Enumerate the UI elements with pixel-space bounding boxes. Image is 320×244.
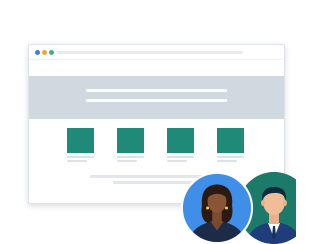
window-maximize-dot-icon bbox=[49, 50, 54, 55]
browser-title-bar bbox=[29, 45, 284, 60]
footer-text-placeholder bbox=[113, 181, 201, 184]
card-1 bbox=[67, 128, 94, 162]
card-caption-placeholder bbox=[217, 160, 237, 162]
card-caption-placeholder bbox=[167, 156, 194, 158]
illustration-stage bbox=[0, 0, 296, 244]
hero-banner bbox=[29, 76, 284, 119]
hero-text-placeholder bbox=[86, 89, 227, 92]
card-caption-placeholder bbox=[67, 156, 94, 158]
card-caption-placeholder bbox=[67, 160, 87, 162]
browser-window-mockup bbox=[28, 44, 285, 204]
window-close-dot-icon bbox=[35, 50, 40, 55]
card-thumbnail bbox=[67, 128, 94, 153]
card-4 bbox=[217, 128, 244, 162]
woman-avatar bbox=[181, 172, 253, 244]
person-woman-icon bbox=[183, 174, 251, 242]
card-2 bbox=[117, 128, 144, 162]
window-minimize-dot-icon bbox=[42, 50, 47, 55]
hero-text-placeholder bbox=[86, 99, 227, 102]
card-caption-placeholder bbox=[217, 156, 244, 158]
card-3 bbox=[167, 128, 194, 162]
card-caption-placeholder bbox=[117, 156, 144, 158]
card-thumbnail bbox=[217, 128, 244, 153]
card-thumbnail bbox=[117, 128, 144, 153]
card-caption-placeholder bbox=[167, 160, 187, 162]
address-bar bbox=[57, 51, 243, 54]
card-caption-placeholder bbox=[117, 160, 137, 162]
card-thumbnail bbox=[167, 128, 194, 153]
